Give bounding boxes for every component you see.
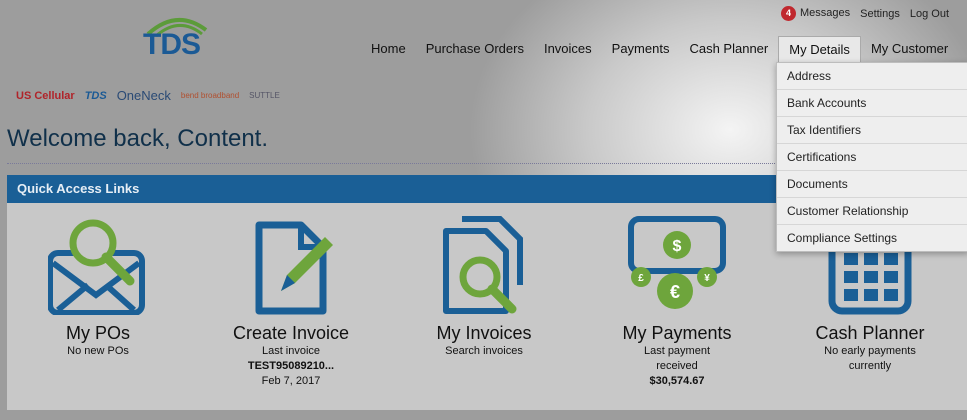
partner-logos: US Cellular TDS OneNeck bend broadband S… <box>16 88 280 103</box>
my-details-dropdown: Address Bank Accounts Tax Identifiers Ce… <box>776 62 967 252</box>
nav-my-customer[interactable]: My Customer <box>861 36 958 63</box>
dropdown-item-tax-identifiers[interactable]: Tax Identifiers <box>777 116 967 143</box>
messages-count-badge: 4 <box>780 6 796 21</box>
nav-invoices[interactable]: Invoices <box>534 36 602 63</box>
dropdown-item-certifications[interactable]: Certifications <box>777 143 967 170</box>
main-nav: Home Purchase Orders Invoices Payments C… <box>361 36 958 64</box>
tile-create-invoice-line-2: TEST95089210... <box>247 360 335 372</box>
tds-partner-logo: TDS <box>84 89 107 102</box>
nav-payments[interactable]: Payments <box>602 36 680 63</box>
welcome-heading: Welcome back, Content. <box>7 125 269 152</box>
messages-link[interactable]: 4 Messages <box>780 6 851 21</box>
document-pencil-icon <box>255 221 333 315</box>
svg-text:£: £ <box>638 273 644 284</box>
suttle-logo: SUTTLE <box>249 91 280 100</box>
tile-my-payments[interactable]: $ € £ ¥ My Payments Last payment receive… <box>587 215 767 389</box>
tile-create-invoice-line-3: Feb 7, 2017 <box>261 375 321 387</box>
nav-purchase-orders[interactable]: Purchase Orders <box>416 36 534 63</box>
dropdown-item-compliance-settings[interactable]: Compliance Settings <box>777 224 967 251</box>
tile-my-payments-line-2: received <box>656 360 698 372</box>
tile-my-pos-line-1: No new POs <box>67 345 129 357</box>
logo-text: TDS <box>143 28 201 61</box>
tds-logo[interactable]: TDS <box>140 14 210 64</box>
svg-text:$: $ <box>673 238 682 255</box>
dropdown-item-bank-accounts[interactable]: Bank Accounts <box>777 89 967 116</box>
dropdown-item-customer-relationship[interactable]: Customer Relationship <box>777 197 967 224</box>
tile-my-pos-title: My POs <box>65 323 130 343</box>
tile-my-pos[interactable]: My POs No new POs <box>8 215 188 359</box>
settings-link[interactable]: Settings <box>860 8 900 20</box>
nav-cash-planner[interactable]: Cash Planner <box>679 36 778 63</box>
tile-cash-planner-line-1: No early payments <box>824 345 916 357</box>
money-icon: $ € £ ¥ <box>628 216 726 309</box>
documents-search-icon <box>443 216 523 314</box>
top-utility-bar: 4 Messages Settings Log Out <box>780 6 949 21</box>
tile-cash-planner-line-2: currently <box>848 360 892 372</box>
svg-text:¥: ¥ <box>704 273 710 284</box>
tile-create-invoice-line-1: Last invoice <box>261 345 321 357</box>
envelope-search-icon <box>48 219 145 315</box>
tile-my-invoices-line-1: Search invoices <box>445 345 523 357</box>
messages-label: Messages <box>799 7 851 19</box>
oneneck-logo: OneNeck <box>116 88 171 103</box>
tile-my-payments-title: My Payments <box>622 323 732 343</box>
svg-text:€: € <box>670 282 680 302</box>
dropdown-item-address[interactable]: Address <box>777 63 967 89</box>
nav-home[interactable]: Home <box>361 36 416 63</box>
tile-my-invoices-title: My Invoices <box>436 323 532 343</box>
dropdown-item-documents[interactable]: Documents <box>777 170 967 197</box>
tile-create-invoice[interactable]: Create Invoice Last invoice TEST95089210… <box>201 215 381 389</box>
uscellular-logo: US Cellular <box>16 89 75 102</box>
logout-link[interactable]: Log Out <box>910 8 949 20</box>
tile-my-invoices[interactable]: My Invoices Search invoices <box>394 215 574 359</box>
tile-create-invoice-title: Create Invoice <box>232 323 350 343</box>
tile-my-payments-line-1: Last payment <box>643 345 711 357</box>
nav-my-details[interactable]: My Details <box>778 36 861 64</box>
tile-my-payments-line-3: $30,574.67 <box>649 375 705 387</box>
divider <box>7 163 777 164</box>
tile-cash-planner-title: Cash Planner <box>815 323 925 343</box>
bend-broadband-logo: bend broadband <box>180 91 240 100</box>
